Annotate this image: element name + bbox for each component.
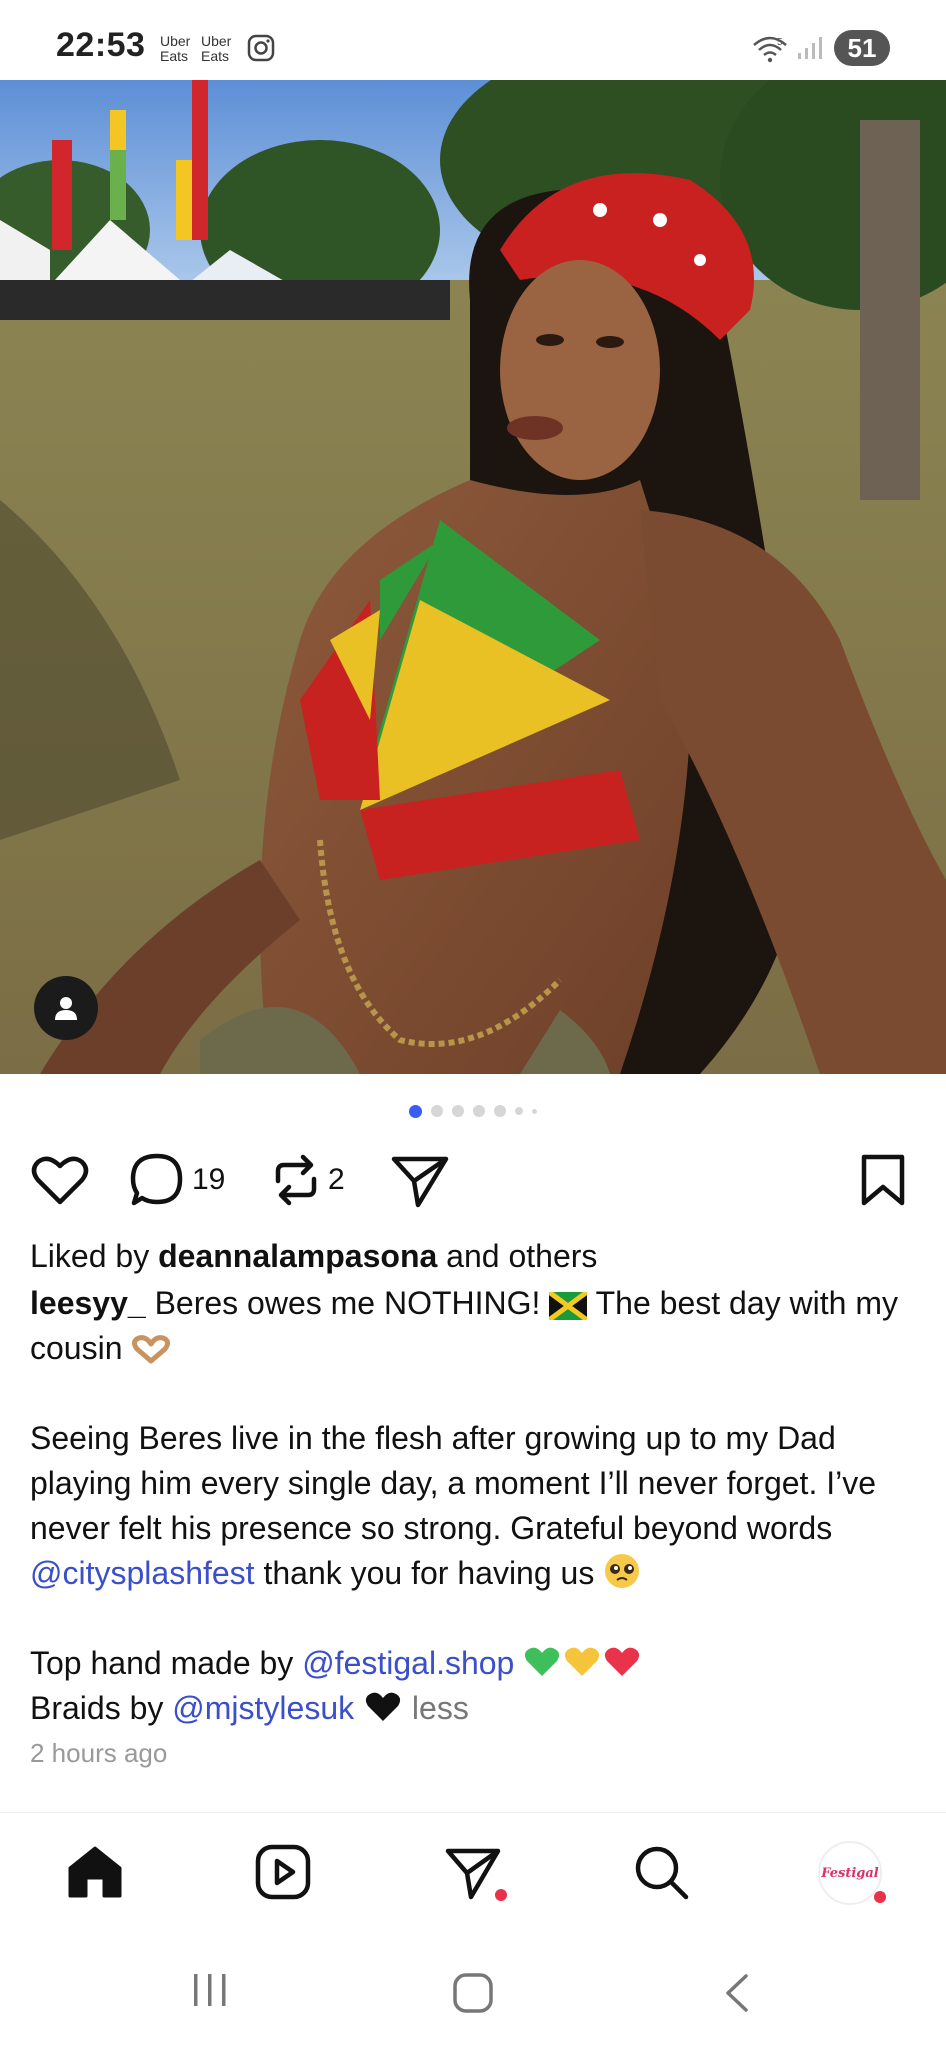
tagged-users-button[interactable] [34, 976, 98, 1040]
caption-first-paragraph: leesyy_ Beres owes me NOTHING! The best … [30, 1281, 920, 1371]
mention-link[interactable]: @mjstylesuk [172, 1690, 354, 1726]
black-heart-icon [365, 1692, 401, 1721]
notification-dot [495, 1889, 507, 1901]
liked-by-user[interactable]: deannalampasona [158, 1238, 437, 1274]
nav-profile-avatar[interactable]: Festigal [818, 1841, 882, 1905]
carousel-dot [494, 1105, 506, 1117]
bookmark-icon [861, 1154, 905, 1206]
caption-text: Top hand made by [30, 1645, 303, 1681]
heart-icon [31, 1156, 89, 1205]
post-photo-illustration [0, 80, 946, 1074]
carousel-dot [409, 1104, 422, 1118]
share-button[interactable] [390, 1148, 450, 1212]
carousel-dot [431, 1105, 443, 1117]
home-system-icon[interactable] [452, 1972, 494, 2014]
nav-home[interactable] [62, 1839, 128, 1905]
status-bar: 22:53 Uber Eats Uber Eats 5 51 [0, 0, 946, 80]
liked-by-suffix[interactable]: and others [446, 1238, 597, 1274]
carousel-indicator [0, 1102, 946, 1120]
status-time: 22:53 [56, 26, 146, 64]
svg-text:5: 5 [777, 37, 783, 48]
nav-messages[interactable] [440, 1839, 507, 1905]
caption-text: thank you for having us [254, 1555, 604, 1591]
battery-indicator: 51 [834, 30, 890, 66]
send-icon [445, 1848, 501, 1900]
show-less-link[interactable]: less [412, 1690, 469, 1726]
comment-icon [130, 1153, 183, 1206]
liked-by-prefix: Liked by [30, 1238, 150, 1274]
uber-eats-notification-icon: Uber Eats [201, 33, 232, 64]
jamaica-flag-icon [549, 1292, 588, 1320]
nav-search[interactable] [628, 1839, 694, 1905]
reels-icon [255, 1844, 311, 1900]
back-icon[interactable] [722, 1972, 752, 2014]
send-icon [391, 1156, 449, 1208]
mention-link[interactable]: @festigal.shop [302, 1645, 514, 1681]
caption-credits-braids: Braids by @mjstylesuk less [30, 1686, 920, 1731]
user-icon [55, 997, 77, 1020]
system-navigation-bar [0, 1932, 946, 2049]
liked-by-line: Liked by deannalampasona and others [30, 1234, 920, 1279]
comments-count: 19 [192, 1163, 226, 1196]
home-icon [68, 1846, 122, 1898]
search-icon [635, 1846, 689, 1900]
post-actions: 19 2 [0, 1148, 946, 1212]
save-button[interactable] [858, 1148, 908, 1212]
author-username[interactable]: leesyy_ [30, 1285, 146, 1321]
post-image[interactable] [0, 80, 946, 1074]
caption-credits-top: Top hand made by @festigal.shop [30, 1641, 920, 1686]
reposts-count: 2 [328, 1163, 345, 1196]
repost-button[interactable]: 2 [270, 1148, 345, 1212]
repost-icon [275, 1154, 317, 1206]
carousel-dot [473, 1105, 485, 1117]
recent-apps-icon[interactable] [190, 1972, 230, 2008]
caption-text: Seeing Beres live in the flesh after gro… [30, 1420, 877, 1546]
caption-text: Braids by [30, 1690, 173, 1726]
like-button[interactable] [30, 1148, 90, 1212]
post-timestamp: 2 hours ago [30, 1738, 168, 1768]
bottom-navigation: Festigal [0, 1812, 946, 1932]
heart-hands-icon [132, 1335, 171, 1364]
comment-button[interactable]: 19 [128, 1148, 225, 1212]
wifi-icon: 5 [753, 36, 787, 63]
signal-icon [798, 37, 822, 59]
caption-second-paragraph: Seeing Beres live in the flesh after gro… [30, 1416, 920, 1596]
carousel-dot [452, 1105, 464, 1117]
nav-reels[interactable] [250, 1839, 316, 1905]
colored-hearts-icon [525, 1647, 640, 1676]
carousel-dot [515, 1107, 523, 1115]
caption-text: Beres owes me NOTHING! [145, 1285, 550, 1321]
post-caption: Liked by deannalampasona and others lees… [30, 1234, 920, 1776]
mention-link[interactable]: @citysplashfest [30, 1555, 255, 1591]
carousel-dot [532, 1108, 537, 1114]
notification-dot [874, 1891, 886, 1903]
uber-eats-notification-icon: Uber Eats [160, 33, 191, 64]
instagram-icon [247, 34, 275, 62]
pleading-face-icon [605, 1554, 640, 1588]
